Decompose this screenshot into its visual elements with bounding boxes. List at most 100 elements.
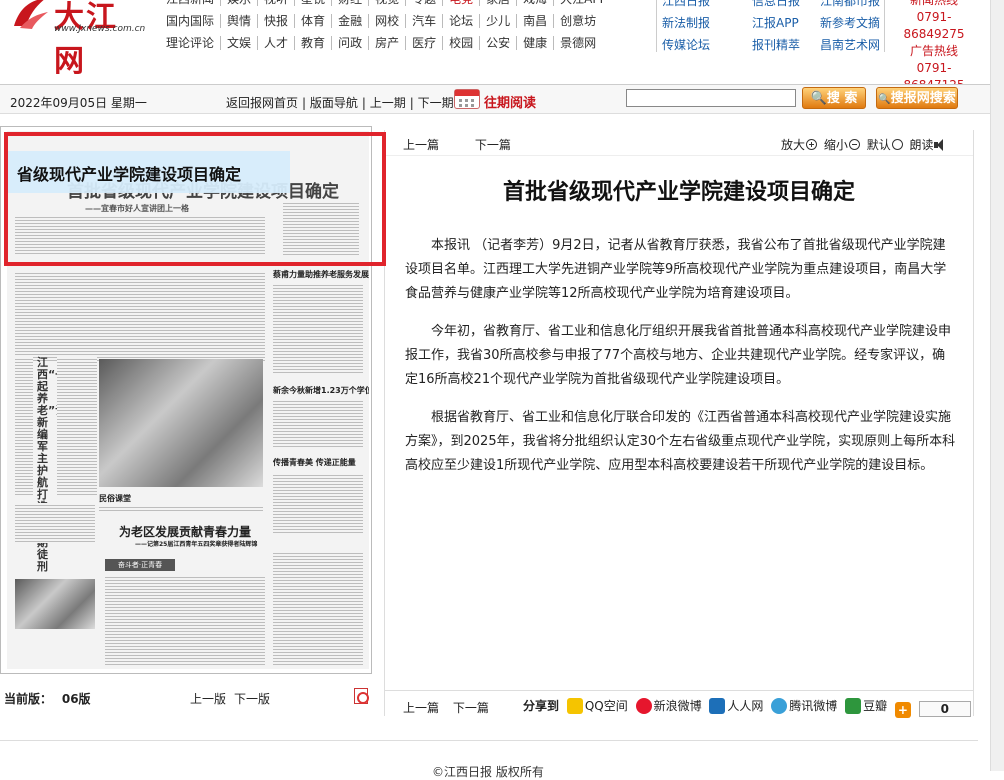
- nav-link[interactable]: 大江APP: [554, 0, 613, 6]
- nav-link[interactable]: 娱乐: [221, 0, 259, 6]
- logo-text: 大江网: [54, 0, 118, 79]
- prev-page-link[interactable]: 上一版: [190, 690, 226, 707]
- nav-link[interactable]: 江西新闻: [160, 0, 222, 6]
- nav-row: 理论评论 文娱 人才 教育 问政 房产 医疗 校园 公安 健康 景德网: [160, 36, 602, 54]
- more-share-icon[interactable]: +: [894, 702, 911, 718]
- nav-link[interactable]: 视听: [258, 0, 296, 6]
- next-issue-link[interactable]: 下一期: [418, 96, 454, 110]
- qzone-icon: [566, 698, 583, 714]
- page-footer: ©江西日报 版权所有: [0, 740, 978, 780]
- prev-issue-link[interactable]: 上一期: [370, 96, 406, 110]
- search-input[interactable]: [626, 89, 796, 107]
- nav-link[interactable]: 家居: [480, 0, 518, 6]
- next-article-link[interactable]: 下一篇: [453, 701, 489, 715]
- article-title: 首批省级现代产业学院建设项目确定: [502, 180, 855, 205]
- share-douban[interactable]: 豆瓣: [841, 698, 887, 714]
- paper-link[interactable]: 江报APP: [752, 14, 799, 31]
- nav-link[interactable]: 人才: [258, 36, 296, 50]
- nav-link[interactable]: 专题: [406, 0, 444, 6]
- paper-link[interactable]: 报刊精萃: [752, 36, 800, 53]
- article-toolbar: 上一篇 下一篇 放大 缩小 默认 朗读: [385, 130, 973, 156]
- nav-link[interactable]: 房产: [369, 36, 407, 50]
- site-header: 大江网 www.Jxnews.com.cn 江西新闻娱乐视听星锐财经视觉专题电竞…: [0, 0, 1004, 92]
- pdf-icon[interactable]: [354, 688, 369, 704]
- news-photo[interactable]: [15, 579, 95, 629]
- next-article-link[interactable]: 下一篇: [475, 138, 511, 152]
- nav-link[interactable]: 汽车: [406, 14, 444, 28]
- nav-link[interactable]: 国内国际: [160, 14, 222, 28]
- article-footer: 上一篇 下一篇 分享到 QQ空间 新浪微博 人人网 腾讯微博 豆瓣 + 0: [385, 690, 973, 718]
- article-body: 本报讯 （记者李芳）9月2日，记者从省教育厅获悉，我省公布了首批省级现代产业学院…: [405, 234, 957, 492]
- nav-link[interactable]: 少儿: [480, 14, 518, 28]
- paper-link[interactable]: 新参考文摘: [820, 14, 880, 31]
- nav-link[interactable]: 体育: [295, 14, 333, 28]
- share-qzone[interactable]: QQ空间: [563, 698, 628, 714]
- weibo-icon: [635, 698, 652, 714]
- paper-link[interactable]: 信息日报: [752, 0, 800, 9]
- text-tools: 放大 缩小 默认 朗读: [781, 136, 946, 153]
- scrollbar[interactable]: [990, 0, 1004, 771]
- share-tencent-weibo[interactable]: 腾讯微博: [767, 698, 837, 714]
- page-nav-link[interactable]: 版面导航: [310, 96, 358, 110]
- nav-link[interactable]: 文娱: [221, 36, 259, 50]
- share-bar: 分享到 QQ空间 新浪微博 人人网 腾讯微博 豆瓣 + 0: [523, 697, 971, 718]
- text-block: [273, 399, 363, 449]
- nav-link[interactable]: 快报: [258, 14, 296, 28]
- nav-link[interactable]: 电竞: [443, 0, 481, 6]
- share-renren[interactable]: 人人网: [705, 698, 763, 714]
- site-search-button[interactable]: 🔍搜报网搜索: [876, 87, 958, 109]
- page-headline: 传播青春美 传递正能量: [273, 458, 356, 467]
- nav-link[interactable]: 南昌: [517, 14, 555, 28]
- site-logo[interactable]: 大江网 www.Jxnews.com.cn: [6, 0, 146, 79]
- nav-link[interactable]: 财经: [332, 0, 370, 6]
- text-block: [57, 357, 97, 497]
- zoom-in-button[interactable]: 放大: [781, 138, 820, 152]
- news-photo[interactable]: [99, 359, 263, 487]
- nav-link[interactable]: 医疗: [406, 36, 444, 50]
- read-aloud-button[interactable]: 朗读: [910, 138, 946, 152]
- nav-link[interactable]: 校园: [443, 36, 481, 50]
- search-button[interactable]: 🔍搜 索: [802, 87, 866, 109]
- prev-article-link[interactable]: 上一篇: [403, 138, 439, 152]
- nav-link[interactable]: 戏海: [517, 0, 555, 6]
- text-block: [15, 503, 95, 543]
- nav-link[interactable]: 公安: [480, 36, 518, 50]
- logo-mark-icon: [14, 0, 48, 29]
- paper-link[interactable]: 传媒论坛: [662, 36, 710, 53]
- nav-link[interactable]: 论坛: [443, 14, 481, 28]
- paper-link[interactable]: 江南都市报: [820, 0, 880, 9]
- page-headline: 为老区发展贡献青春力量: [119, 525, 252, 539]
- nav-link[interactable]: 健康: [517, 36, 555, 50]
- past-issues-link[interactable]: 往期阅读: [484, 92, 536, 111]
- issue-links: 返回报网首页 | 版面导航 | 上一期 | 下一期: [226, 96, 454, 110]
- paper-link[interactable]: 昌南艺术网: [820, 36, 880, 53]
- nav-link[interactable]: 景德网: [554, 36, 602, 50]
- nav-link[interactable]: 星锐: [295, 0, 333, 6]
- text-block: [15, 357, 33, 497]
- next-page-link[interactable]: 下一版: [234, 690, 270, 707]
- nav-link[interactable]: 金融: [332, 14, 370, 28]
- paper-link[interactable]: 新法制报: [662, 14, 710, 31]
- article-nav: 上一篇 下一篇: [403, 136, 511, 153]
- article-paragraph: 今年初，省教育厅、省工业和信息化厅组织开展我省首批普通本科高校现代产业学院建设申…: [405, 324, 952, 387]
- paper-link[interactable]: 江西日报: [662, 0, 710, 9]
- share-weibo[interactable]: 新浪微博: [632, 698, 702, 714]
- divider: [656, 0, 657, 52]
- ad-hotline-label: 广告热线: [909, 44, 958, 58]
- default-size-button[interactable]: 默认: [867, 138, 906, 152]
- nav-link[interactable]: 理论评论: [160, 36, 222, 50]
- nav-link[interactable]: 教育: [295, 36, 333, 50]
- nav-link[interactable]: 创意坊: [554, 14, 602, 28]
- zoom-out-button[interactable]: 缩小: [824, 138, 863, 152]
- nav-row: 国内国际 舆情 快报 体育 金融 网校 汽车 论坛 少儿 南昌 创意坊: [160, 14, 602, 32]
- nav-link[interactable]: 舆情: [221, 14, 259, 28]
- nav-link[interactable]: 问政: [332, 36, 370, 50]
- current-page-label: 当前版：: [4, 692, 53, 706]
- douban-icon: [845, 698, 862, 714]
- toolbar: 2022年09月05日 星期一 返回报网首页 | 版面导航 | 上一期 | 下一期 往…: [0, 84, 1004, 114]
- home-link[interactable]: 返回报网首页: [226, 96, 298, 110]
- nav-link[interactable]: 视觉: [369, 0, 407, 6]
- calendar-icon[interactable]: [454, 89, 480, 109]
- nav-link[interactable]: 网校: [369, 14, 407, 28]
- prev-article-link[interactable]: 上一篇: [403, 701, 439, 715]
